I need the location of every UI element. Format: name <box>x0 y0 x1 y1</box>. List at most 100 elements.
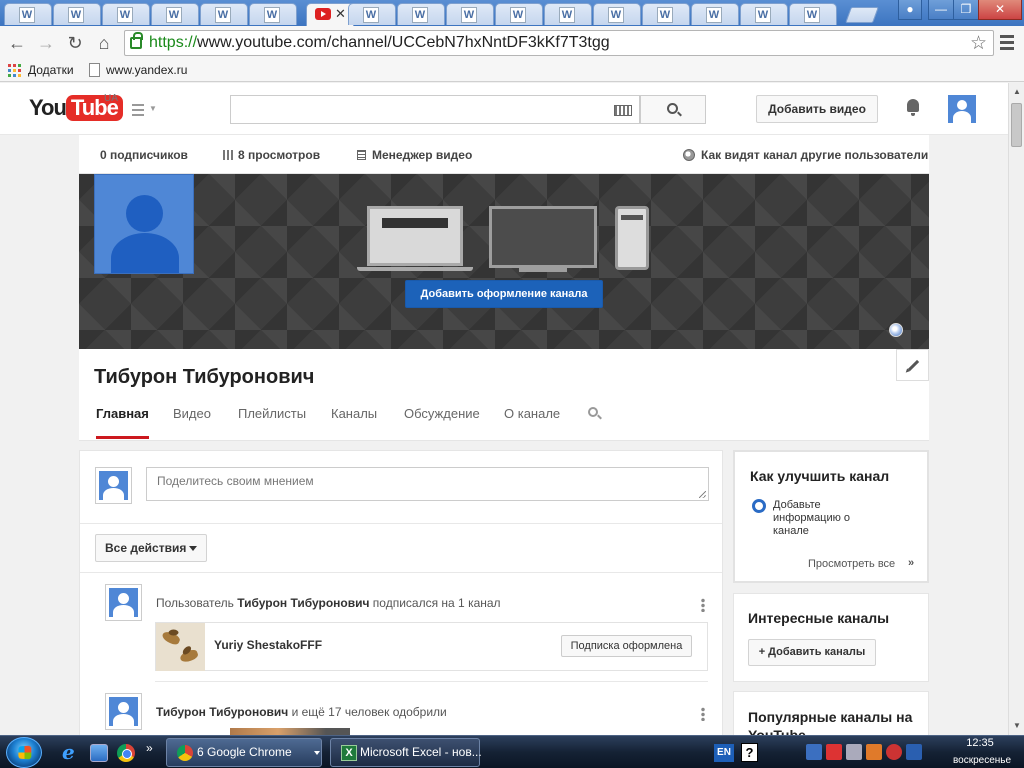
chevron-right-icon[interactable]: » <box>908 557 914 569</box>
wikipedia-icon: W <box>804 7 820 23</box>
chevron-down-icon[interactable]: ▼ <box>149 104 157 113</box>
profile-icon[interactable]: ● <box>898 0 922 20</box>
tab-about[interactable]: О канале <box>504 406 560 421</box>
minimize-button[interactable]: — <box>928 0 954 20</box>
address-bar[interactable]: https://www.youtube.com/channel/UCCebN7h… <box>124 30 994 56</box>
taskbar-chrome-button[interactable]: 6 Google Chrome <box>166 738 322 767</box>
add-channel-art-button[interactable]: Добавить оформление канала <box>405 280 603 308</box>
browser-tab[interactable]: W <box>495 3 543 25</box>
resize-grip-icon[interactable] <box>699 491 706 498</box>
feed-user-link[interactable]: Тибурон Тибуронович <box>156 705 288 719</box>
channel-banner: Добавить оформление канала <box>79 174 929 349</box>
quick-launch-more-icon[interactable]: » <box>146 741 164 759</box>
divider <box>155 681 708 682</box>
notification-bell-icon[interactable] <box>905 99 921 117</box>
add-channel-info-task[interactable]: Добавьте информацию о канале <box>773 499 883 538</box>
tab-videos[interactable]: Видео <box>173 406 211 421</box>
browser-tab[interactable]: W <box>691 3 739 25</box>
tab-channels[interactable]: Каналы <box>331 406 377 421</box>
taskbar-excel-button[interactable]: X Microsoft Excel - нов... <box>330 738 482 767</box>
share-thoughts-input[interactable]: Поделитесь своим мнением <box>146 467 709 501</box>
browser-tab[interactable]: W <box>151 3 199 25</box>
more-options-icon[interactable] <box>701 598 705 612</box>
bookmark-apps[interactable]: Додатки <box>28 63 74 77</box>
start-button[interactable] <box>6 737 42 768</box>
view-all-link[interactable]: Просмотреть все <box>808 558 895 570</box>
browser-tab[interactable]: W <box>593 3 641 25</box>
internet-explorer-icon[interactable]: e <box>62 742 80 762</box>
browser-tab[interactable]: W <box>544 3 592 25</box>
account-avatar[interactable] <box>948 95 976 123</box>
feed-avatar[interactable] <box>105 584 142 621</box>
edit-channel-button[interactable] <box>896 349 929 381</box>
new-tab-button[interactable] <box>845 7 879 23</box>
browser-tab-active[interactable]: ✕ <box>306 3 354 26</box>
tray-app-icon[interactable] <box>866 744 882 760</box>
video-thumbnail[interactable] <box>230 728 350 735</box>
avatar-body <box>113 714 134 726</box>
network-icon[interactable] <box>806 744 822 760</box>
browser-tab[interactable]: W <box>4 3 52 25</box>
browser-tab[interactable]: W <box>446 3 494 25</box>
home-icon[interactable]: ⌂ <box>93 32 115 54</box>
chrome-icon[interactable] <box>117 744 135 762</box>
browser-tab[interactable]: W <box>397 3 445 25</box>
channel-search-icon[interactable] <box>588 407 598 417</box>
browser-tab[interactable]: W <box>642 3 690 25</box>
keyboard-icon[interactable] <box>614 105 632 116</box>
view-count-link[interactable]: 8 просмотров <box>223 148 320 162</box>
more-options-icon[interactable] <box>701 707 705 721</box>
back-arrow-icon[interactable]: ← <box>6 32 28 54</box>
bookmark-yandex[interactable]: www.yandex.ru <box>106 63 187 77</box>
globe-icon[interactable] <box>889 323 903 337</box>
guide-menu-icon[interactable] <box>132 104 146 116</box>
feed-user-link[interactable]: Тибурон Тибуронович <box>237 596 369 610</box>
tab-playlists[interactable]: Плейлисты <box>238 406 306 421</box>
scroll-up-arrow-icon[interactable]: ▲ <box>1013 87 1021 96</box>
browser-tab[interactable]: W <box>789 3 837 25</box>
upload-button[interactable]: Добавить видео <box>756 95 878 123</box>
reload-icon[interactable]: ↻ <box>64 32 86 54</box>
close-window-button[interactable]: ✕ <box>978 0 1022 20</box>
star-icon[interactable]: ☆ <box>970 32 987 55</box>
close-tab-icon[interactable]: ✕ <box>335 6 346 22</box>
subscribed-button[interactable]: Подписка оформлена <box>561 635 692 657</box>
browser-tab[interactable]: W <box>53 3 101 25</box>
view-as-public-link[interactable]: Как видят канал другие пользователи <box>683 148 928 162</box>
clock-time[interactable]: 12:35 <box>960 737 1000 749</box>
wikipedia-icon: W <box>657 7 673 23</box>
task-radio-icon[interactable] <box>752 499 766 513</box>
add-channels-button[interactable]: + Добавить каналы <box>748 639 876 666</box>
tab-home[interactable]: Главная <box>96 406 149 421</box>
browser-tab[interactable]: W <box>348 3 396 25</box>
subscribed-channel-name[interactable]: Yuriy ShestakoFFF <box>214 638 322 652</box>
scrollbar-thumb[interactable] <box>1011 103 1022 147</box>
channel-thumbnail[interactable] <box>156 623 205 671</box>
help-icon[interactable]: ? <box>741 743 758 762</box>
browser-tab[interactable]: W <box>249 3 297 25</box>
browser-tab[interactable]: W <box>102 3 150 25</box>
channel-avatar[interactable] <box>94 174 194 274</box>
browser-tab[interactable]: W <box>200 3 248 25</box>
apps-grid-icon[interactable] <box>8 64 22 78</box>
feed-avatar[interactable] <box>105 693 142 730</box>
forward-arrow-icon[interactable]: → <box>35 32 57 54</box>
all-activity-dropdown[interactable]: Все действия <box>95 534 207 562</box>
tray-app-icon[interactable] <box>886 744 902 760</box>
maximize-button[interactable]: ❐ <box>953 0 979 20</box>
tray-app-icon[interactable] <box>906 744 922 760</box>
show-desktop-icon[interactable] <box>90 744 108 762</box>
video-manager-link[interactable]: Менеджер видео <box>357 148 472 162</box>
browser-tab[interactable]: W <box>740 3 788 25</box>
volume-icon[interactable] <box>846 744 862 760</box>
scroll-down-arrow-icon[interactable]: ▼ <box>1013 721 1021 730</box>
youtube-masthead: You Tube UA ▼ Добавить видео <box>0 83 1008 135</box>
language-indicator[interactable]: EN <box>714 744 734 762</box>
chrome-icon <box>177 745 193 761</box>
hamburger-menu-icon[interactable] <box>1000 32 1016 54</box>
search-button[interactable] <box>640 95 706 124</box>
page-scrollbar[interactable]: ▲ ▼ <box>1008 83 1024 735</box>
tab-discussion[interactable]: Обсуждение <box>404 406 480 421</box>
tray-app-icon[interactable] <box>826 744 842 760</box>
search-input[interactable] <box>230 95 640 124</box>
